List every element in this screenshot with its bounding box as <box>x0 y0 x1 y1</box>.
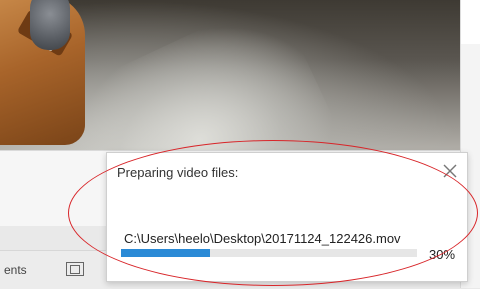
status-bar-comments-label[interactable]: ents <box>4 263 27 277</box>
file-path: C:\Users\heelo\Desktop\20171124_122426.m… <box>124 231 401 246</box>
close-icon[interactable] <box>441 162 459 180</box>
preparing-video-dialog: Preparing video files: C:\Users\heelo\De… <box>106 152 468 282</box>
slideshow-view-icon[interactable] <box>66 262 84 276</box>
video-preview-image <box>0 0 460 150</box>
dialog-title: Preparing video files: <box>117 165 239 180</box>
hand <box>30 0 70 50</box>
progress-bar-fill <box>121 249 210 257</box>
progress-bar <box>121 249 417 257</box>
progress-percent: 30% <box>429 247 456 262</box>
